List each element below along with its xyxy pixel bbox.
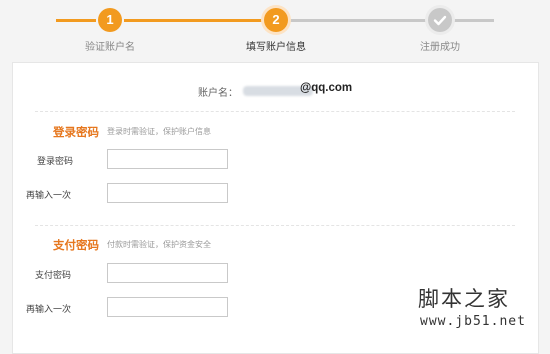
progress-line (56, 19, 96, 22)
step-1-circle: 1 (98, 8, 122, 32)
login-password-confirm-label: 再输入一次 (25, 191, 71, 201)
step-3-circle (428, 8, 452, 32)
payment-password-hint: 付款时需验证，保护资金安全 (107, 240, 211, 249)
step-2-number: 2 (272, 12, 280, 27)
login-password-input[interactable] (107, 149, 228, 169)
payment-password-section-title: 支付密码 (53, 238, 99, 252)
step-2-label: 填写账户信息 (246, 42, 306, 53)
step-1-number: 1 (106, 12, 114, 27)
account-name-label: 账户名： (198, 88, 238, 99)
step-1-label: 验证账户名 (85, 42, 135, 53)
progress-line (124, 19, 262, 22)
login-password-section-title: 登录密码 (53, 125, 99, 139)
progress-line (290, 19, 426, 22)
watermark-site-name: 脚本之家 (418, 287, 510, 311)
login-password-label: 登录密码 (36, 157, 73, 167)
login-password-hint: 登录时需验证，保护账户信息 (107, 127, 211, 136)
step-3-label: 注册成功 (420, 42, 460, 53)
login-password-confirm-input[interactable] (107, 183, 228, 203)
account-name-row: 账户名： @qq.com (13, 82, 538, 99)
payment-password-label: 支付密码 (34, 271, 71, 281)
divider (35, 111, 515, 112)
payment-password-confirm-input[interactable] (107, 297, 228, 317)
payment-password-confirm-label: 再输入一次 (25, 305, 71, 315)
account-email-domain: @qq.com (300, 82, 353, 94)
registration-progress: 1 2 验证账户名 填写账户信息 注册成功 (0, 0, 550, 62)
payment-password-input[interactable] (107, 263, 228, 283)
check-icon (433, 15, 447, 26)
watermark-site-url: www.jb51.net (420, 314, 526, 329)
progress-line (454, 19, 494, 22)
step-2-circle: 2 (264, 8, 288, 32)
divider (35, 225, 515, 226)
